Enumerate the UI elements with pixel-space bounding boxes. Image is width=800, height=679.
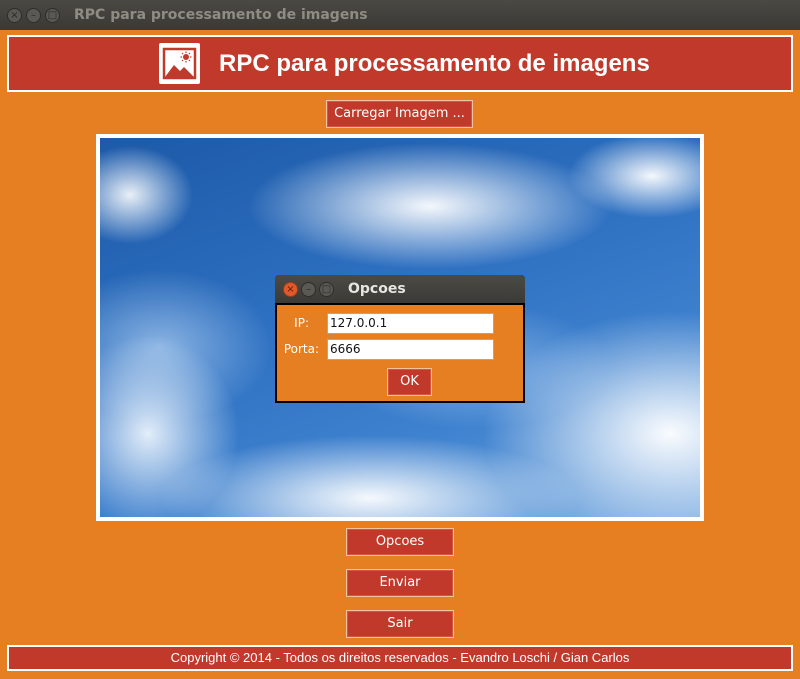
window-titlebar: × – □ RPC para processamento de imagens bbox=[0, 0, 800, 30]
port-label: Porta: bbox=[283, 342, 319, 356]
send-button[interactable]: Enviar bbox=[346, 569, 454, 597]
exit-button[interactable]: Sair bbox=[346, 610, 454, 638]
options-button[interactable]: Opcoes bbox=[346, 528, 454, 556]
ok-button[interactable]: OK bbox=[387, 368, 432, 396]
maximize-window-icon[interactable]: □ bbox=[45, 7, 60, 23]
page-title: RPC para processamento de imagens bbox=[219, 50, 650, 77]
ip-label: IP: bbox=[294, 316, 309, 330]
window-title: RPC para processamento de imagens bbox=[74, 7, 368, 23]
image-icon bbox=[159, 43, 200, 84]
dialog-controls: × – □ bbox=[283, 282, 334, 297]
ip-field[interactable]: 127.0.0.1 bbox=[327, 313, 494, 334]
dialog-title: Opcoes bbox=[348, 281, 406, 297]
port-field[interactable]: 6666 bbox=[327, 339, 494, 360]
minimize-dialog-icon[interactable]: – bbox=[301, 282, 316, 297]
footer-copyright: Copyright © 2014 - Todos os direitos res… bbox=[7, 645, 793, 671]
load-image-button[interactable]: Carregar Imagem ... bbox=[326, 100, 473, 128]
app-header: RPC para processamento de imagens bbox=[7, 35, 793, 92]
minimize-window-icon[interactable]: – bbox=[26, 7, 41, 23]
options-dialog: × – □ Opcoes IP: 127.0.0.1 Porta: 6666 O… bbox=[275, 275, 525, 403]
window-controls: × – □ bbox=[7, 7, 60, 23]
close-dialog-icon[interactable]: × bbox=[283, 282, 298, 297]
maximize-dialog-icon[interactable]: □ bbox=[319, 282, 334, 297]
dialog-body: IP: 127.0.0.1 Porta: 6666 OK bbox=[277, 305, 523, 401]
close-window-icon[interactable]: × bbox=[7, 7, 22, 23]
dialog-titlebar[interactable]: × – □ Opcoes bbox=[275, 275, 525, 303]
